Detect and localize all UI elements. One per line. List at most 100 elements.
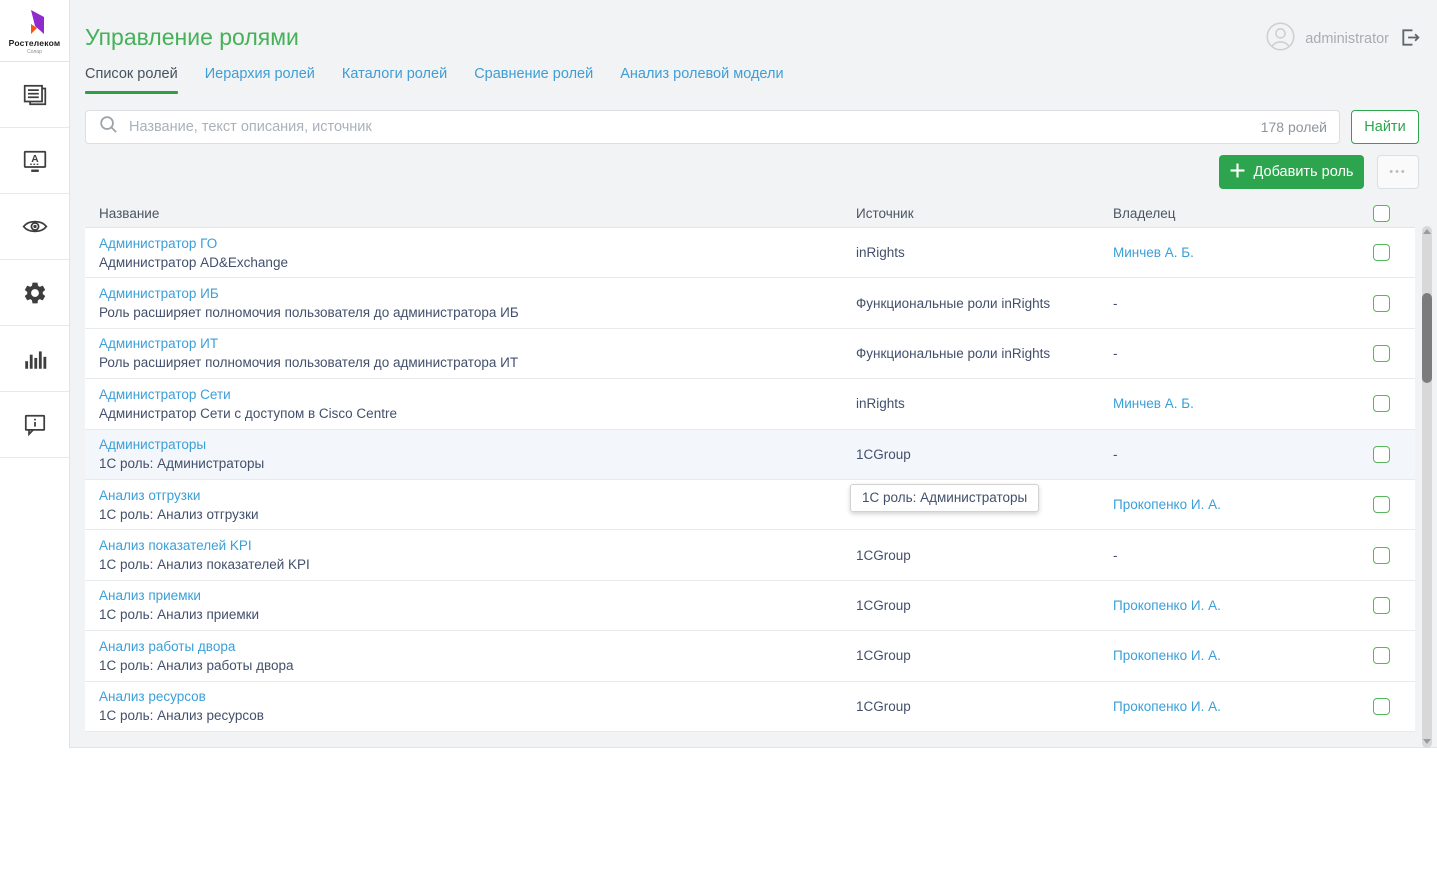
- row-checkbox[interactable]: [1373, 345, 1390, 362]
- role-name-link[interactable]: Администратор Сети: [99, 386, 856, 403]
- column-header-source: Источник: [856, 206, 1113, 221]
- sidebar-item-display[interactable]: A: [0, 128, 69, 194]
- role-source: inRights: [856, 245, 1113, 260]
- row-checkbox[interactable]: [1373, 395, 1390, 412]
- role-name-link[interactable]: Администраторы: [99, 436, 856, 453]
- eye-icon: [21, 214, 49, 240]
- plus-icon: [1230, 163, 1245, 182]
- sidebar-item-reports[interactable]: [0, 326, 69, 392]
- role-owner: -: [1113, 296, 1372, 311]
- role-source: 1CGroup: [856, 699, 1113, 714]
- table-row[interactable]: Администратор СетиАдминистратор Сети с д…: [85, 379, 1415, 429]
- avatar-icon[interactable]: [1266, 22, 1295, 56]
- row-checkbox[interactable]: [1373, 496, 1390, 513]
- tab-role-hierarchy[interactable]: Иерархия ролей: [205, 66, 315, 94]
- logout-icon: [1399, 26, 1422, 52]
- sidebar-item-feedback[interactable]: [0, 392, 69, 458]
- table-row[interactable]: Администратор ИБ Роль расширяет полномочи…: [85, 278, 1415, 328]
- role-name-link[interactable]: Анализ отгрузки: [99, 487, 856, 504]
- role-owner[interactable]: Прокопенко И. А.: [1113, 648, 1372, 663]
- vertical-scrollbar-thumb[interactable]: [1422, 293, 1432, 383]
- table-row[interactable]: Анализ показателей KPI 1С роль: Анализ по…: [85, 530, 1415, 580]
- row-checkbox[interactable]: [1373, 698, 1390, 715]
- scrollbar-down-arrow-icon[interactable]: [1423, 739, 1431, 744]
- table-row[interactable]: Анализ приемки 1С роль: Анализ приемки 1C…: [85, 581, 1415, 631]
- role-name-link[interactable]: Анализ приемки: [99, 587, 856, 604]
- role-owner: -: [1113, 548, 1372, 563]
- logout-button[interactable]: [1399, 26, 1422, 52]
- role-name-link[interactable]: Администратор ГО: [99, 235, 856, 252]
- tab-role-model-analysis[interactable]: Анализ ролевой модели: [620, 66, 783, 94]
- main-content: Управление ролями administrator: [71, 0, 1437, 748]
- table-row[interactable]: Анализ работы двора 1С роль: Анализ работ…: [85, 631, 1415, 681]
- scrollbar-up-arrow-icon[interactable]: [1423, 229, 1431, 234]
- role-owner: -: [1113, 346, 1372, 361]
- sidebar-item-monitoring[interactable]: [0, 194, 69, 260]
- brand-subtitle: Солар: [27, 49, 42, 55]
- add-role-button[interactable]: Добавить роль: [1219, 155, 1364, 189]
- role-source: Функциональные роли inRights: [856, 346, 1113, 361]
- role-description: 1С роль: Анализ показателей KPI: [99, 556, 856, 573]
- rostelecom-logo-icon: [20, 9, 50, 37]
- role-description: Роль расширяет полномочия пользователя д…: [99, 354, 856, 371]
- role-owner[interactable]: Минчев А. Б.: [1113, 396, 1372, 411]
- app-window: Ростелеком Солар A: [0, 0, 1437, 748]
- gear-icon: [22, 280, 48, 306]
- role-owner[interactable]: Прокопенко И. А.: [1113, 497, 1372, 512]
- bar-chart-icon: [22, 346, 48, 372]
- role-owner[interactable]: Минчев А. Б.: [1113, 245, 1372, 260]
- sidebar-item-documents[interactable]: [0, 62, 69, 128]
- add-role-label: Добавить роль: [1254, 164, 1354, 180]
- brand-logo[interactable]: Ростелеком Солар: [0, 0, 69, 62]
- table-row[interactable]: Анализ ресурсов1С роль: Анализ ресурсов …: [85, 682, 1415, 732]
- brand-name: Ростелеком: [9, 38, 61, 48]
- role-source: 1CGroup: [856, 598, 1113, 613]
- role-owner[interactable]: Прокопенко И. А.: [1113, 598, 1372, 613]
- role-name-link[interactable]: Анализ показателей KPI: [99, 537, 856, 554]
- table-header: Название Источник Владелец: [85, 200, 1415, 228]
- monitor-a-icon: A: [22, 148, 48, 174]
- tab-role-list[interactable]: Список ролей: [85, 66, 178, 94]
- svg-text:A: A: [31, 154, 39, 165]
- sidebar: Ростелеком Солар A: [0, 0, 70, 748]
- role-description: 1С роль: Анализ отгрузки: [99, 506, 856, 523]
- row-checkbox[interactable]: [1373, 647, 1390, 664]
- tab-role-catalogs[interactable]: Каталоги ролей: [342, 66, 447, 94]
- role-source: inRights: [856, 396, 1113, 411]
- row-checkbox[interactable]: [1373, 597, 1390, 614]
- feedback-info-icon: [22, 412, 48, 438]
- role-source: 1CGroup: [856, 648, 1113, 663]
- select-all-checkbox[interactable]: [1373, 205, 1390, 222]
- role-description: Роль расширяет полномочия пользователя д…: [99, 304, 856, 321]
- tab-role-comparison[interactable]: Сравнение ролей: [474, 66, 593, 94]
- role-name-link[interactable]: Администратор ИБ: [99, 285, 856, 302]
- username: administrator: [1305, 31, 1389, 47]
- row-checkbox[interactable]: [1373, 244, 1390, 261]
- search-input[interactable]: [129, 119, 1251, 135]
- column-header-owner: Владелец: [1113, 206, 1372, 221]
- row-checkbox[interactable]: [1373, 295, 1390, 312]
- row-checkbox[interactable]: [1373, 446, 1390, 463]
- role-source: Функциональные роли inRights: [856, 296, 1113, 311]
- role-name-link[interactable]: Администратор ИТ: [99, 335, 856, 352]
- documents-icon: [22, 82, 48, 108]
- table-row[interactable]: Администратор ИТ Роль расширяет полномочи…: [85, 329, 1415, 379]
- more-actions-button[interactable]: •••: [1377, 155, 1419, 189]
- table-row[interactable]: Администратор ГОАдминистратор AD&Exchang…: [85, 228, 1415, 278]
- sidebar-item-settings[interactable]: [0, 260, 69, 326]
- table-row[interactable]: Анализ отгрузки1С роль: Анализ отгрузки …: [85, 480, 1415, 530]
- role-description: 1С роль: Анализ ресурсов: [99, 707, 856, 724]
- table-row[interactable]: Администраторы1С роль: Администраторы 1C…: [85, 430, 1415, 480]
- user-block: administrator: [1266, 22, 1422, 56]
- search-icon: [98, 114, 129, 140]
- role-name-link[interactable]: Анализ ресурсов: [99, 688, 856, 705]
- role-name-link[interactable]: Анализ работы двора: [99, 638, 856, 655]
- role-description: 1С роль: Анализ работы двора: [99, 657, 856, 674]
- role-description: 1С роль: Анализ приемки: [99, 606, 856, 623]
- role-description: 1С роль: Администраторы: [99, 455, 856, 472]
- tabs: Список ролей Иерархия ролей Каталоги рол…: [85, 66, 784, 94]
- search-box: 178 ролей: [85, 110, 1340, 144]
- row-checkbox[interactable]: [1373, 547, 1390, 564]
- find-button[interactable]: Найти: [1351, 110, 1419, 144]
- role-owner[interactable]: Прокопенко И. А.: [1113, 699, 1372, 714]
